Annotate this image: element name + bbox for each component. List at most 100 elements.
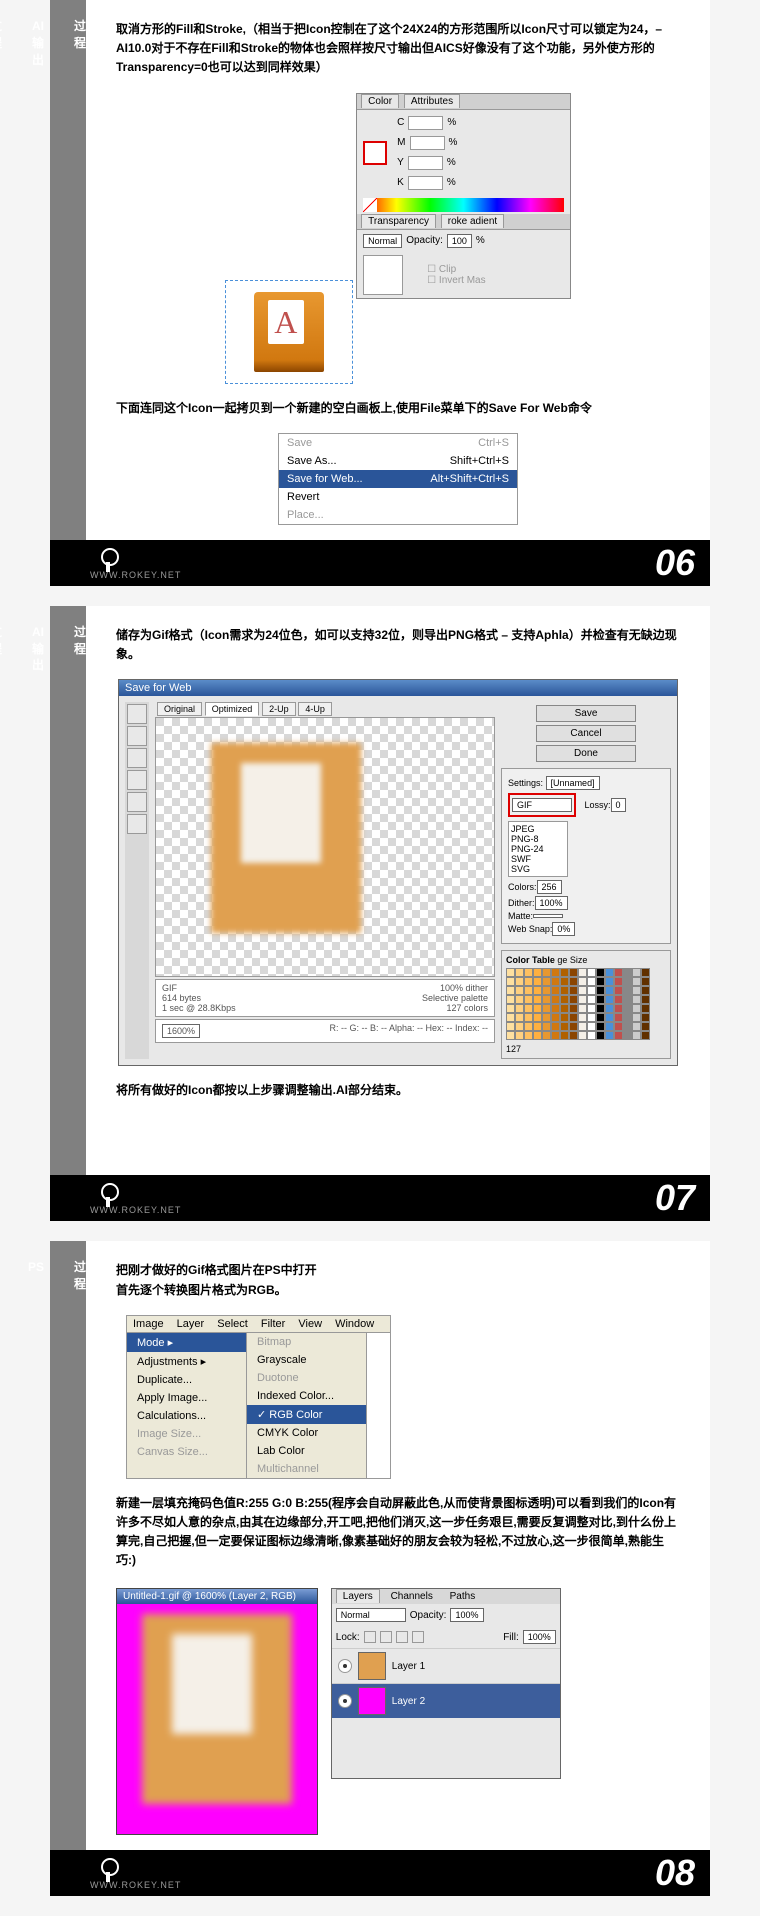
fill-swatch[interactable] <box>363 141 387 165</box>
lock-position[interactable] <box>396 1631 408 1643</box>
menu-item[interactable]: ✓ RGB Color <box>247 1405 366 1424</box>
zoom-tool[interactable] <box>127 748 147 768</box>
menu-item-revert[interactable]: Revert <box>279 488 517 506</box>
menu-item[interactable]: Image Size... <box>127 1425 246 1443</box>
page-footer: WWW.ROKEY.NET 08 <box>50 1850 710 1896</box>
site-logo: WWW.ROKEY.NET <box>90 1880 181 1890</box>
menu-view[interactable]: View <box>298 1318 322 1330</box>
color-table-grid[interactable] <box>506 968 666 1040</box>
paragraph: 储存为Gif格式（Icon需求为24位色，如可以支持32位，则导出PNG格式 –… <box>116 626 680 664</box>
slice-vis-tool[interactable] <box>127 814 147 834</box>
menu-item[interactable]: Lab Color <box>247 1442 366 1460</box>
tab-paths[interactable]: Paths <box>444 1590 482 1603</box>
paragraph: 将所有做好的Icon都按以上步骤调整输出.AI部分结束。 <box>116 1081 680 1100</box>
save-for-web-dialog: Save for Web Original Optimized <box>118 679 678 1066</box>
cancel-button[interactable]: Cancel <box>536 725 636 742</box>
menu-item-place[interactable]: Place... <box>279 506 517 524</box>
book-icon <box>254 292 324 372</box>
menu-item[interactable]: Canvas Size... <box>127 1443 246 1461</box>
window-title: Untitled-1.gif @ 1600% (Layer 2, RGB) <box>117 1589 317 1604</box>
menu-item[interactable]: Grayscale <box>247 1351 366 1369</box>
menu-item[interactable]: Indexed Color... <box>247 1387 366 1405</box>
opacity-input[interactable]: 100% <box>450 1608 483 1622</box>
tab-transparency[interactable]: Transparency <box>361 214 436 228</box>
sidebar-label: AI 输出 <box>32 624 44 1214</box>
layer-row[interactable]: Layer 1 <box>332 1648 560 1683</box>
sidebar-label: 过程 <box>74 1259 86 1888</box>
eye-icon[interactable] <box>338 1694 352 1708</box>
sidebar-label: 过程 <box>74 624 86 1214</box>
sidebar: 过程 AI 输出 过程 AI 输出 <box>50 0 86 586</box>
tab-gradient[interactable]: roke adient <box>441 214 504 228</box>
page-07: 过程 AI 输出 过程 AI 输出 储存为Gif格式（Icon需求为24位色，如… <box>50 606 710 1222</box>
file-menu: SaveCtrl+S Save As...Shift+Ctrl+S Save f… <box>278 433 518 525</box>
menu-item[interactable]: Duotone <box>247 1369 366 1387</box>
zoom-select[interactable]: 1600% <box>162 1024 200 1038</box>
ps-image-menu: Image Layer Select Filter View Window Mo… <box>126 1315 391 1479</box>
canvas <box>117 1604 317 1834</box>
tab-2up[interactable]: 2-Up <box>262 702 296 716</box>
document-window: Untitled-1.gif @ 1600% (Layer 2, RGB) <box>116 1588 318 1835</box>
layer-row[interactable]: Layer 2 <box>332 1683 560 1718</box>
tab-layers[interactable]: Layers <box>336 1589 380 1603</box>
eye-icon[interactable] <box>338 1659 352 1673</box>
tab-attributes[interactable]: Attributes <box>404 94 460 108</box>
menu-image[interactable]: Image <box>133 1318 164 1330</box>
page-footer: WWW.ROKEY.NET 07 <box>50 1175 710 1221</box>
menu-item[interactable]: CMYK Color <box>247 1424 366 1442</box>
hand-tool[interactable] <box>127 704 147 724</box>
menu-layer[interactable]: Layer <box>177 1318 205 1330</box>
paragraph: 取消方形的Fill和Stroke,（相当于把Icon控制在了这个24X24的方形… <box>116 20 680 78</box>
tab-4up[interactable]: 4-Up <box>298 702 332 716</box>
menu-item-save[interactable]: SaveCtrl+S <box>279 434 517 452</box>
transparency-preview <box>363 255 403 295</box>
lock-transparency[interactable] <box>364 1631 376 1643</box>
page-number: 06 <box>655 542 695 584</box>
tab-color[interactable]: Color <box>361 94 399 108</box>
menu-item[interactable]: Duplicate... <box>127 1371 246 1389</box>
layers-panel: Layers Channels Paths Normal Opacity: 10… <box>331 1588 561 1779</box>
menu-item[interactable]: Apply Image... <box>127 1389 246 1407</box>
page-06: 过程 AI 输出 过程 AI 输出 取消方形的Fill和Stroke,（相当于把… <box>50 0 710 586</box>
sidebar-label: 过程 <box>74 18 86 578</box>
tab-optimized[interactable]: Optimized <box>205 702 260 716</box>
menu-filter[interactable]: Filter <box>261 1318 285 1330</box>
blend-mode-select[interactable]: Normal <box>363 234 402 248</box>
menu-item[interactable]: Adjustments ▸ <box>127 1352 246 1371</box>
lock-all[interactable] <box>412 1631 424 1643</box>
done-button[interactable]: Done <box>536 745 636 762</box>
format-select[interactable]: GIF <box>512 798 572 812</box>
sidebar-label: AI 输出 <box>32 18 44 578</box>
preview-canvas <box>155 717 495 977</box>
color-table-panel: Color Table ge Size 127 <box>501 950 671 1059</box>
menu-window[interactable]: Window <box>335 1318 374 1330</box>
pixelated-icon <box>211 743 361 933</box>
sidebar-label: PS <box>28 1259 44 1888</box>
save-button[interactable]: Save <box>536 705 636 722</box>
menu-item-saveforweb[interactable]: Save for Web...Alt+Shift+Ctrl+S <box>279 470 517 488</box>
dialog-title: Save for Web <box>119 680 677 696</box>
color-swatch[interactable] <box>127 792 147 812</box>
spectrum[interactable] <box>363 198 564 212</box>
eyedropper-tool[interactable] <box>127 770 147 790</box>
tab-channels[interactable]: Channels <box>385 1590 439 1603</box>
menu-item[interactable]: Mode ▸ <box>127 1333 246 1352</box>
paragraph: 新建一层填充掩码色值R:255 G:0 B:255(程序会自动屏蔽此色,从而使背… <box>116 1494 680 1571</box>
sidebar-label: 过程 <box>0 18 2 578</box>
menu-item[interactable]: Calculations... <box>127 1407 246 1425</box>
layer-name: Layer 2 <box>392 1696 425 1707</box>
layer-name: Layer 1 <box>392 1661 425 1672</box>
menu-item-saveas[interactable]: Save As...Shift+Ctrl+S <box>279 452 517 470</box>
page-footer: WWW.ROKEY.NET 06 <box>50 540 710 586</box>
menu-select[interactable]: Select <box>217 1318 248 1330</box>
menu-item[interactable]: Bitmap <box>247 1333 366 1351</box>
tool-palette <box>125 702 149 1059</box>
tab-original[interactable]: Original <box>157 702 202 716</box>
opacity-input[interactable]: 100 <box>447 234 472 248</box>
fill-input[interactable]: 100% <box>523 1630 556 1644</box>
site-logo: WWW.ROKEY.NET <box>90 570 181 580</box>
lock-pixels[interactable] <box>380 1631 392 1643</box>
menu-item[interactable]: Multichannel <box>247 1460 366 1478</box>
blend-mode-select[interactable]: Normal <box>336 1608 406 1622</box>
slice-tool[interactable] <box>127 726 147 746</box>
